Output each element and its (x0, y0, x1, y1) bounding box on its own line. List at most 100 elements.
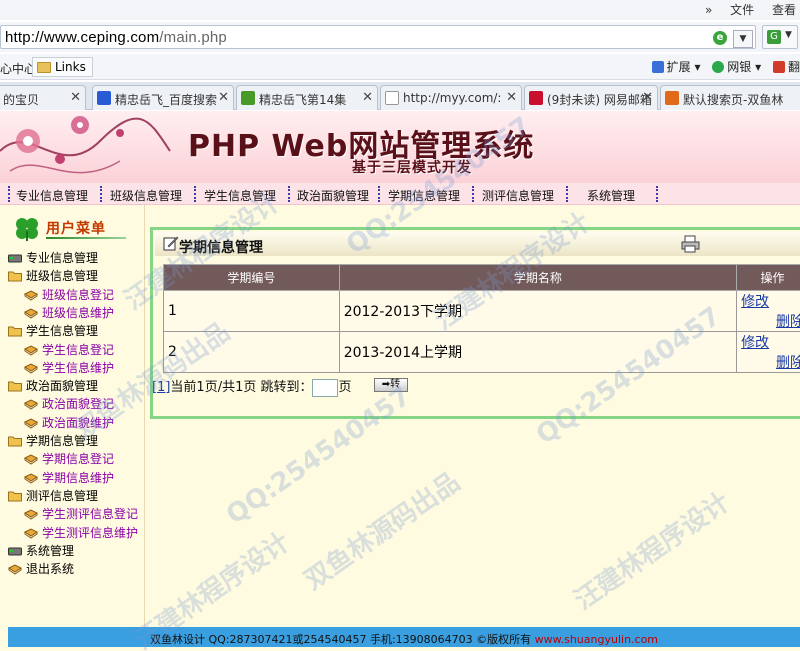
browser-menubar: » 文件 查看 (0, 0, 800, 20)
chevron-down-icon: ▼ (785, 30, 792, 40)
url-text: http://www.ceping.com/main.php (5, 29, 227, 46)
cell-actions: 修改 删除 (736, 290, 800, 332)
nav-item-major[interactable]: 专业信息管理 (16, 187, 88, 204)
page-link-1[interactable]: [1] (152, 380, 170, 395)
sidebar-item-political-maintain[interactable]: 政治面貌维护 (24, 414, 114, 431)
sidebar-item-label: 系统管理 (26, 543, 75, 558)
sidebar-item-political[interactable]: 政治面貌管理 (8, 377, 98, 394)
sidebar-item-system[interactable]: 系统管理 (8, 542, 74, 559)
sidebar-item-student-maintain[interactable]: 学生信息维护 (24, 359, 114, 376)
sidebar-item-semester-maintain[interactable]: 学期信息维护 (24, 469, 114, 486)
nav-item-political[interactable]: 政治面貌管理 (297, 187, 369, 204)
translate-button[interactable]: 翻 (772, 60, 800, 74)
close-icon[interactable]: ✕ (506, 90, 517, 105)
sidebar-item-evaluation[interactable]: 测评信息管理 (8, 487, 98, 504)
book-icon (24, 527, 38, 539)
browser-engine-icon[interactable]: e (713, 31, 727, 45)
sidebar-item-major[interactable]: 专业信息管理 (8, 249, 98, 266)
clover-icon (16, 218, 38, 241)
footer-site-link[interactable]: www.shuangyulin.com (535, 633, 658, 646)
watermark: 汪建林程序设计 (569, 487, 736, 617)
tab-2[interactable]: 精忠岳飞_百度搜索 ✕ (92, 85, 234, 110)
book-icon (24, 473, 38, 484)
page-jump-input[interactable] (312, 378, 339, 397)
nav-item-student[interactable]: 学生信息管理 (204, 187, 276, 204)
sidebar-item-semester-register[interactable]: 学期信息登记 (24, 450, 114, 467)
tab-5[interactable]: (9封未读) 网易邮箱 ✕ (524, 85, 658, 110)
sidebar-item-student[interactable]: 学生信息管理 (8, 322, 98, 339)
sidebar-item-label: 政治面貌管理 (26, 379, 99, 394)
sidebar-item-evaluation-maintain[interactable]: 学生测评信息维护 (24, 524, 138, 541)
edit-link[interactable]: 修改 (741, 332, 800, 352)
chevron-down-icon[interactable]: ▼ (733, 30, 753, 48)
sidebar-item-logout[interactable]: 退出系统 (8, 560, 74, 577)
nav-item-evaluation[interactable]: 测评信息管理 (482, 187, 554, 204)
file-menu[interactable]: 文件 (730, 3, 754, 17)
drive-icon (8, 547, 22, 556)
tab-3[interactable]: 精忠岳飞第14集 ✕ (236, 85, 378, 110)
netbank-button[interactable]: 网银 ▾ (712, 60, 761, 74)
address-bar: http://www.ceping.com/main.php e ▼ G ▼ (0, 22, 800, 52)
edit-link[interactable]: 修改 (741, 291, 800, 311)
more-menu-icon[interactable]: » (705, 3, 712, 17)
sidebar-item-label: 学生信息登记 (42, 342, 115, 357)
book-icon (24, 308, 38, 319)
sidebar-item-label: 专业信息管理 (26, 251, 99, 265)
close-icon[interactable]: ✕ (218, 90, 229, 105)
nav-separator (378, 186, 380, 202)
sidebar-item-evaluation-register[interactable]: 学生测评信息登记 (24, 505, 138, 522)
book-icon (24, 363, 38, 374)
book-icon (24, 418, 38, 429)
close-icon[interactable]: ✕ (70, 90, 81, 105)
footer-text: 双鱼林设计 QQ:287307421或254540457 手机:13908064… (149, 633, 535, 646)
sidebar-item-student-register[interactable]: 学生信息登记 (24, 341, 114, 358)
url-input[interactable]: http://www.ceping.com/main.php e ▼ (0, 25, 756, 49)
view-menu[interactable]: 查看 (772, 3, 796, 17)
nav-item-semester[interactable]: 学期信息管理 (388, 187, 460, 204)
folder-icon (8, 491, 22, 502)
table-row: 1 2012-2013下学期 修改 删除 (163, 290, 800, 332)
nav-separator (288, 186, 290, 202)
folder-icon (8, 436, 22, 447)
bookmark-partial[interactable]: 心中心 (0, 60, 36, 77)
nav-item-system[interactable]: 系统管理 (587, 187, 635, 204)
menu-header-text: 用户菜单 (46, 221, 106, 237)
nav-separator (8, 186, 10, 202)
semester-table: 学期编号 学期名称 操作 1 2012-2013下学期 修改 删除 2 2013… (163, 264, 800, 373)
extensions-button[interactable]: 扩展 ▾ (651, 60, 700, 74)
table-header-row: 学期编号 学期名称 操作 (163, 264, 800, 291)
tab-bar: 的宝贝 ✕ 精忠岳飞_百度搜索 ✕ 精忠岳飞第14集 ✕ http://myy.com… (0, 82, 800, 110)
book-icon (24, 509, 38, 520)
nav-separator (194, 186, 196, 202)
delete-link[interactable]: 删除 (741, 311, 800, 331)
sidebar-item-class-maintain[interactable]: 班级信息维护 (24, 304, 114, 321)
go-button[interactable]: ➡转 (374, 378, 408, 392)
edit-document-icon (163, 236, 179, 251)
close-icon[interactable]: ✕ (642, 90, 653, 105)
search-engine-icon: G (767, 30, 781, 44)
panel-header: 学期信息管理 (155, 232, 800, 256)
sidebar-item-label: 测评信息管理 (26, 488, 99, 503)
cell-semester-name: 2012-2013下学期 (338, 290, 738, 332)
search-engine-button[interactable]: G ▼ (762, 25, 798, 49)
sidebar-item-class-register[interactable]: 班级信息登记 (24, 286, 114, 303)
sidebar-item-class[interactable]: 班级信息管理 (8, 267, 98, 284)
tab-4[interactable]: http://myy.com/: ✕ (380, 85, 522, 110)
printer-icon[interactable] (681, 235, 701, 253)
bookmark-links[interactable]: Links (32, 57, 93, 77)
extensions-icon (651, 61, 664, 73)
tab-6[interactable]: 默认搜索页-双鱼林 (660, 85, 800, 110)
sidebar-item-label: 学生信息维护 (42, 360, 115, 375)
sidebar-item-political-register[interactable]: 政治面貌登记 (24, 395, 114, 412)
delete-link[interactable]: 删除 (741, 352, 800, 372)
book-icon (24, 454, 38, 465)
pager-text: 当前1页/共1页 跳转到： (170, 380, 313, 395)
search-page-icon (665, 91, 679, 105)
close-icon[interactable]: ✕ (362, 90, 373, 105)
netbank-icon (712, 61, 725, 73)
sidebar-item-semester[interactable]: 学期信息管理 (8, 432, 98, 449)
nav-item-class[interactable]: 班级信息管理 (110, 187, 182, 204)
browser-menus: » 文件 查看 (691, 1, 796, 18)
sidebar-item-label: 班级信息登记 (42, 287, 115, 302)
tab-1[interactable]: 的宝贝 ✕ (0, 85, 86, 110)
